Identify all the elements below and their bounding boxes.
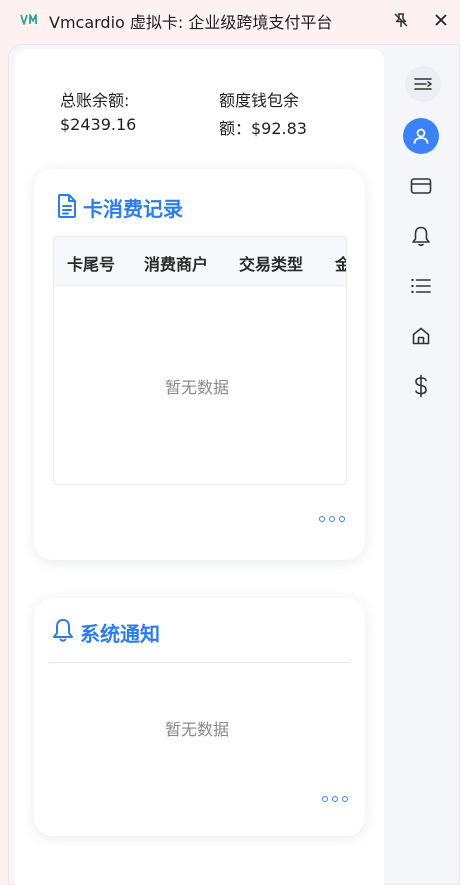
document-icon	[58, 194, 76, 218]
card-records-title: 卡消费记录	[83, 197, 183, 221]
empty-state-text: 暂无数据	[165, 378, 230, 397]
menu-collapse-icon	[414, 78, 432, 90]
sidebar-item-user[interactable]	[403, 118, 439, 154]
notifications-title: 系统通知	[80, 622, 160, 646]
bell-icon	[412, 226, 430, 247]
sidebar-item-notifications[interactable]	[403, 218, 439, 254]
dot-icon	[322, 796, 328, 802]
quota-wallet-label: 额度钱包余	[219, 91, 300, 110]
divider	[49, 662, 350, 663]
pin-off-icon	[394, 13, 408, 27]
close-button[interactable]	[431, 10, 451, 30]
vm-logo-icon	[20, 14, 37, 25]
dot-icon	[332, 796, 338, 802]
user-icon	[413, 128, 429, 144]
dot-icon	[339, 516, 345, 522]
column-transaction-type[interactable]: 交易类型	[239, 251, 303, 275]
credit-card-icon	[410, 178, 432, 194]
column-merchant[interactable]: 消费商户	[144, 251, 208, 275]
column-card-tail[interactable]: 卡尾号	[67, 251, 115, 275]
title-bar: Vmcardio 虚拟卡: 企业级跨境支付平台	[0, 0, 460, 40]
dot-icon	[319, 516, 325, 522]
card-records-table: 卡尾号 消费商户 交易类型 金 暂无数据	[53, 236, 347, 485]
bell-icon	[53, 619, 73, 642]
window-title: Vmcardio 虚拟卡: 企业级跨境支付平台	[49, 13, 333, 32]
dollar-icon	[415, 374, 427, 398]
close-icon	[435, 14, 447, 26]
sidebar-item-list[interactable]	[403, 268, 439, 304]
pin-button[interactable]	[391, 10, 411, 30]
total-balance-label: 总账余额:	[60, 91, 130, 110]
table-header: 卡尾号 消费商户 交易类型 金	[54, 237, 346, 286]
notifications-empty-text: 暂无数据	[165, 720, 230, 739]
list-icon	[411, 278, 431, 294]
sidebar-collapse-button[interactable]	[405, 66, 441, 102]
sidebar-item-cards[interactable]	[403, 168, 439, 204]
card-records-more-button[interactable]	[319, 514, 345, 524]
sidebar-item-home[interactable]	[403, 318, 439, 354]
home-icon	[412, 327, 430, 345]
total-balance-value: $2439.16	[60, 115, 137, 134]
dot-icon	[329, 516, 335, 522]
sidebar-item-billing[interactable]	[403, 368, 439, 404]
column-amount[interactable]: 金	[335, 251, 346, 275]
quota-wallet-value: 额：$92.83	[219, 119, 307, 138]
notifications-more-button[interactable]	[322, 794, 348, 804]
dot-icon	[342, 796, 348, 802]
